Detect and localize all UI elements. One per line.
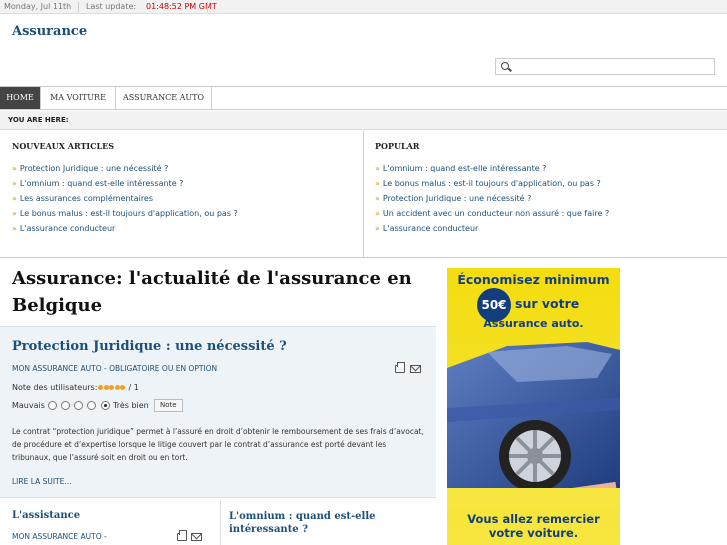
latest-articles-module: NOUVEAUX ARTICLES » Protection Juridique … [0, 131, 363, 257]
ad-text: Assurance auto. [483, 317, 584, 330]
divider [207, 2, 208, 12]
list-item[interactable]: » Protection Juridique : une nécessité ? [375, 194, 609, 209]
vote-radio-3[interactable] [74, 401, 83, 410]
divider [78, 2, 79, 12]
featured-article: Protection Juridique : une nécessité ? M… [0, 326, 436, 498]
latest-list: » Protection Juridique : une nécessité ? … [12, 164, 238, 239]
popular-module: POPULAR » L'omnium : quand est-elle intér… [363, 131, 727, 257]
bullet-icon: » [375, 179, 380, 188]
list-item[interactable]: » L'assurance conducteur [12, 224, 238, 239]
insurance-ad-banner[interactable]: Économisez minimum 50€ sur votre Assuran… [447, 268, 620, 545]
vote-button[interactable]: Note [154, 399, 183, 412]
page-title: Assurance: l'actualité de l'assurance en… [12, 268, 412, 316]
nav-item-home[interactable]: HOME [0, 87, 41, 109]
email-icon[interactable] [410, 365, 421, 373]
list-item[interactable]: » Le bonus malus : est-il toujours d'appl… [12, 209, 238, 224]
search-input[interactable] [514, 60, 712, 73]
ad-headline: Économisez minimum [457, 272, 610, 287]
rating-stars [98, 383, 126, 392]
vote-radio-2[interactable] [61, 401, 70, 410]
email-icon[interactable] [191, 533, 202, 541]
list-item[interactable]: » L'omnium : quand est-elle intéressante … [375, 164, 609, 179]
bullet-icon: » [375, 224, 380, 233]
breadcrumb-label: YOU ARE HERE: [8, 116, 69, 124]
bullet-icon: » [375, 194, 380, 203]
vote-radio-5[interactable] [101, 401, 110, 410]
top-bar: Monday, Jul 11th Last update: 01:48:52 P… [0, 0, 727, 14]
article-body: Le contrat “protection juridique” permet… [12, 427, 424, 462]
sub-article-title[interactable]: L'assistance [12, 510, 80, 521]
list-item[interactable]: » L'omnium : quand est-elle intéressante … [12, 179, 238, 194]
bullet-icon: » [12, 179, 17, 188]
list-item[interactable]: » L'assurance conducteur [375, 224, 609, 239]
bullet-icon: » [12, 224, 17, 233]
user-rating: Note des utilisateurs: / 1 [12, 383, 139, 392]
sub-article-category[interactable]: MON ASSURANCE AUTO - [12, 532, 107, 541]
nav-item-ma-voiture[interactable]: MA VOITURE [41, 87, 116, 109]
main-nav: HOME MA VOITURE ASSURANCE AUTO [0, 86, 727, 110]
read-more-link[interactable]: LIRE LA SUITE... [12, 477, 72, 486]
bullet-icon: » [375, 164, 380, 173]
vote-high-label: Très bien [113, 401, 149, 410]
ad-text: sur votre [515, 296, 580, 311]
module-title: POPULAR [375, 141, 420, 151]
sub-article-title[interactable]: L'omnium : quand est-elle intéressante ? [229, 510, 429, 536]
article-category[interactable]: MON ASSURANCE AUTO - OBLIGATOIRE OU EN O… [12, 364, 217, 373]
nav-item-assurance-auto[interactable]: ASSURANCE AUTO [116, 87, 212, 109]
print-icon[interactable] [395, 362, 405, 373]
breadcrumb: YOU ARE HERE: [0, 111, 727, 130]
list-item[interactable]: » Les assurances complémentaires [12, 194, 238, 209]
bullet-icon: » [12, 194, 17, 203]
bullet-icon: » [12, 164, 17, 173]
search-box[interactable] [495, 58, 715, 75]
list-item[interactable]: » Protection Juridique : une nécessité ? [12, 164, 238, 179]
search-icon[interactable] [501, 62, 509, 70]
vote-radio-1[interactable] [48, 401, 57, 410]
vote-low-label: Mauvais [12, 401, 45, 410]
article-title[interactable]: Protection Juridique : une nécessité ? [12, 339, 287, 354]
print-icon[interactable] [177, 530, 187, 541]
list-item[interactable]: » Un accident avec un conducteur non assu… [375, 209, 609, 224]
column-divider [220, 500, 221, 545]
module-divider [363, 131, 364, 258]
car-image [447, 342, 620, 508]
bullet-icon: » [12, 209, 17, 218]
bullet-icon: » [375, 209, 380, 218]
last-update-label: Last update: [86, 2, 137, 11]
module-title: NOUVEAUX ARTICLES [12, 141, 115, 151]
current-date: Monday, Jul 11th [4, 2, 72, 11]
site-logo[interactable]: Assurance [12, 24, 87, 39]
popular-list: » L'omnium : quand est-elle intéressante … [375, 164, 609, 239]
vote-radio-4[interactable] [87, 401, 96, 410]
ad-tagline: Vous allez remercier votre voiture. [467, 512, 600, 540]
list-item[interactable]: » Le bonus malus : est-il toujours d'appl… [375, 179, 609, 194]
